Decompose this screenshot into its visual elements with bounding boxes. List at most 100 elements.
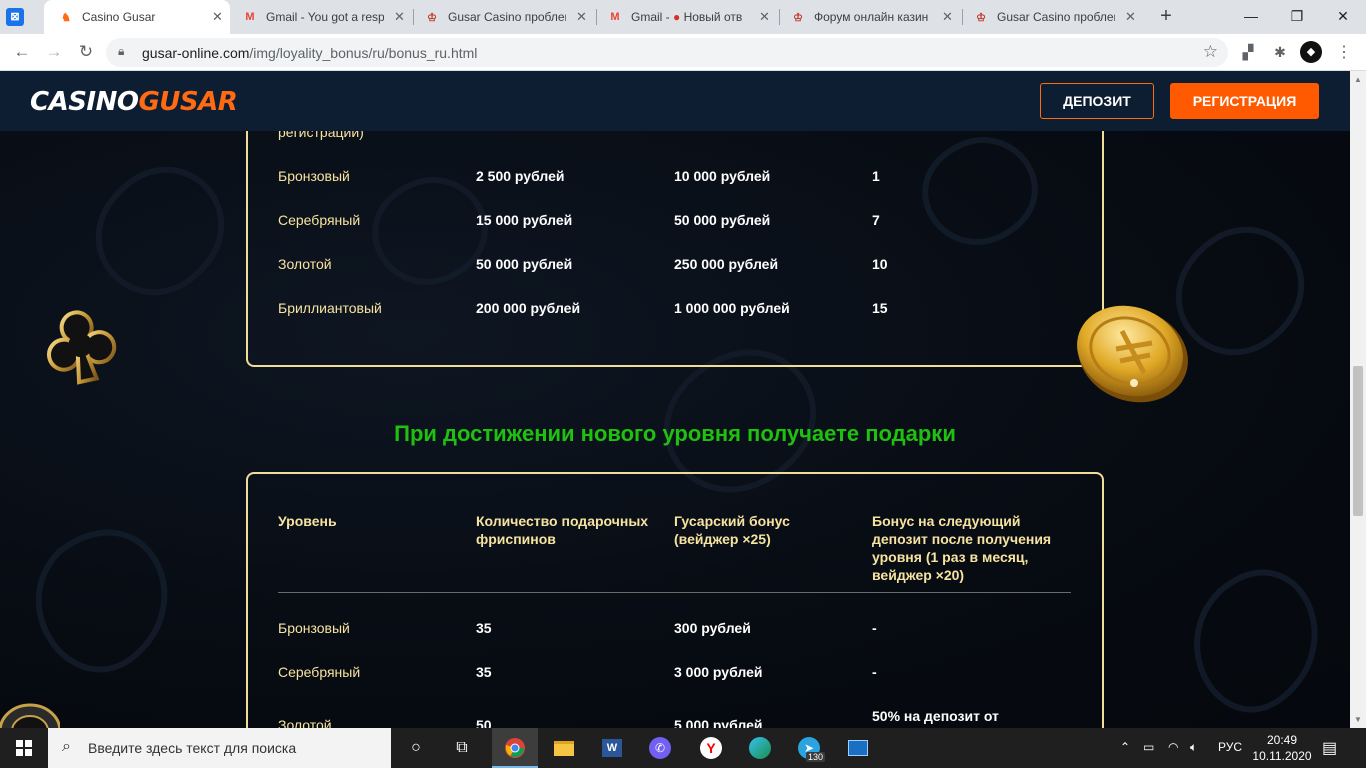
- table1-cell: 15 000 рублей: [476, 212, 573, 228]
- table2-cell: 35: [476, 620, 492, 636]
- yandex-browser-icon[interactable]: Y: [688, 728, 734, 768]
- edge-icon[interactable]: [737, 728, 783, 768]
- browser-toolbar: ← → ↻ 🔒︎ gusar-online.com/img/loyality_b…: [0, 34, 1366, 71]
- close-window-button[interactable]: ✕: [1320, 0, 1366, 34]
- maximize-button[interactable]: ❐: [1274, 0, 1320, 34]
- table2-cell: 50% на депозит от: [872, 708, 999, 724]
- bookmark-star-icon[interactable]: ☆: [1203, 42, 1218, 62]
- table2-level-bronze: Бронзовый: [278, 620, 350, 636]
- page-scrollbar[interactable]: ▲ ▼: [1350, 71, 1366, 728]
- club-suit-icon: [47, 310, 117, 385]
- browser-menu-icon[interactable]: ⋮: [1336, 42, 1352, 62]
- address-bar[interactable]: 🔒︎ gusar-online.com/img/loyality_bonus/r…: [106, 38, 1228, 67]
- table2-cell: 5 000 рублей: [674, 717, 763, 728]
- close-tab-icon[interactable]: ✕: [576, 9, 587, 25]
- table1-cell: 1 000 000 рублей: [674, 300, 790, 316]
- casino-chip-icon: [0, 703, 60, 728]
- close-tab-icon[interactable]: ✕: [942, 9, 953, 25]
- casino-gusar-logo[interactable]: CASINOGUSAR: [30, 87, 238, 117]
- lock-icon: 🔒︎: [118, 44, 125, 58]
- tab-gusar-forum-1[interactable]: ♔ Gusar Casino проблем ✕: [424, 0, 596, 34]
- table2-level-silver: Серебряный: [278, 664, 361, 680]
- wifi-icon[interactable]: ◠: [1168, 740, 1178, 754]
- back-button[interactable]: ←: [10, 41, 34, 65]
- close-tab-icon[interactable]: ✕: [759, 9, 770, 25]
- taskbar-clock[interactable]: 20:49 10.11.2020: [1252, 732, 1312, 764]
- table2-cell: 300 рублей: [674, 620, 751, 636]
- table1-level-gold: Золотой: [278, 256, 332, 272]
- close-tab-icon[interactable]: ✕: [1125, 9, 1136, 25]
- tab-separator: [779, 9, 780, 25]
- gusar-favicon-icon: ♞: [61, 11, 71, 24]
- scroll-down-arrow-icon[interactable]: ▼: [1354, 715, 1362, 724]
- search-icon: ⌕: [62, 738, 71, 755]
- volume-icon[interactable]: 🔈︎: [1190, 740, 1197, 755]
- extension-icon[interactable]: ▞: [1238, 42, 1258, 62]
- viber-icon[interactable]: ✆: [637, 728, 683, 768]
- tab-title: Casino Gusar: [82, 10, 156, 24]
- table1-cell: 15: [872, 300, 888, 316]
- close-tab-icon[interactable]: ✕: [212, 9, 223, 25]
- taskbar-search-box[interactable]: ⌕ Введите здесь текст для поиска: [48, 728, 391, 768]
- profile-avatar[interactable]: ◆: [1300, 41, 1322, 63]
- tab-gusar-forum-2[interactable]: ♔ Gusar Casino проблем ✕: [973, 0, 1145, 34]
- task-view-icon[interactable]: ⧉: [439, 728, 485, 768]
- table2-cell: -: [872, 620, 877, 636]
- tab-title: Gusar Casino проблем: [448, 10, 566, 24]
- gmail-icon: M: [610, 11, 620, 23]
- table1-cell: 250 000 рублей: [674, 256, 779, 272]
- telegram-unread-badge: 130: [806, 752, 826, 762]
- search-placeholder: Введите здесь текст для поиска: [88, 740, 297, 756]
- table1-level-silver: Серебряный: [278, 212, 361, 228]
- tab-search-icon[interactable]: ⊠: [6, 8, 24, 26]
- scrollbar-thumb[interactable]: [1353, 366, 1363, 516]
- table1-cell: 10: [872, 256, 888, 272]
- table1-level-bronze: Бронзовый: [278, 168, 350, 184]
- gmail-icon: M: [245, 11, 255, 23]
- close-tab-icon[interactable]: ✕: [394, 9, 405, 25]
- tray-expand-icon[interactable]: ⌃: [1120, 740, 1130, 754]
- tab-casino-gusar[interactable]: ♞ Casino Gusar ✕: [44, 0, 230, 34]
- deposit-button[interactable]: ДЕПОЗИТ: [1040, 83, 1154, 119]
- register-button[interactable]: РЕГИСТРАЦИЯ: [1170, 83, 1319, 119]
- forum-favicon-icon: ♔: [793, 11, 803, 24]
- word-icon[interactable]: W: [589, 728, 635, 768]
- gifts-table-frame: [246, 472, 1104, 728]
- windows-start-icon[interactable]: [0, 728, 48, 768]
- language-indicator[interactable]: РУС: [1218, 740, 1242, 754]
- table1-cell: 7: [872, 212, 880, 228]
- puzzle-extensions-icon[interactable]: ✱: [1270, 42, 1290, 62]
- tab-gmail-2[interactable]: M Gmail - ● Новый отв ✕: [607, 0, 779, 34]
- tab-forum-casino[interactable]: ♔ Форум онлайн казин ✕: [790, 0, 962, 34]
- table1-level-diamond: Бриллиантовый: [278, 300, 382, 316]
- tab-separator: [596, 9, 597, 25]
- forward-button[interactable]: →: [42, 41, 66, 65]
- battery-icon[interactable]: ▭: [1143, 740, 1154, 754]
- table2-level-gold: Золотой: [278, 717, 332, 728]
- tab-separator: [413, 9, 414, 25]
- minimize-button[interactable]: —: [1228, 0, 1274, 34]
- tab-title: Gusar Casino проблем: [997, 10, 1115, 24]
- gold-coin-icon: [1077, 305, 1188, 403]
- scroll-up-arrow-icon[interactable]: ▲: [1354, 75, 1362, 84]
- chrome-taskbar-icon[interactable]: [492, 728, 538, 768]
- telegram-icon[interactable]: ➤ 130: [786, 728, 832, 768]
- tab-gmail-1[interactable]: M Gmail - You got a resp ✕: [242, 0, 414, 34]
- photos-icon[interactable]: [835, 728, 881, 768]
- new-tab-button[interactable]: +: [1155, 6, 1177, 28]
- tab-title: Форум онлайн казин: [814, 10, 929, 24]
- file-explorer-icon[interactable]: [541, 728, 587, 768]
- reload-button[interactable]: ↻: [74, 41, 98, 65]
- table1-cell: 200 000 рублей: [476, 300, 581, 316]
- table2-cell: -: [872, 664, 877, 680]
- table2-header-next-deposit-bonus: Бонус на следующий депозит после получен…: [872, 513, 1052, 583]
- table2-header-freespins: Количество подарочных фриспинов: [476, 513, 649, 547]
- forum-favicon-icon: ♔: [976, 11, 986, 24]
- url-text: gusar-online.com/img/loyality_bonus/ru/b…: [142, 45, 478, 61]
- windows-taskbar: ⌕ Введите здесь текст для поиска ○ ⧉ W ✆…: [0, 728, 1366, 768]
- table2-header-hussar-bonus: Гусарский бонус (вейджер ×25): [674, 513, 790, 547]
- table1-cell: 1: [872, 168, 880, 184]
- cortana-icon[interactable]: ○: [393, 728, 439, 768]
- table1-cell: 50 000 рублей: [674, 212, 771, 228]
- notifications-icon[interactable]: ▤: [1322, 738, 1337, 758]
